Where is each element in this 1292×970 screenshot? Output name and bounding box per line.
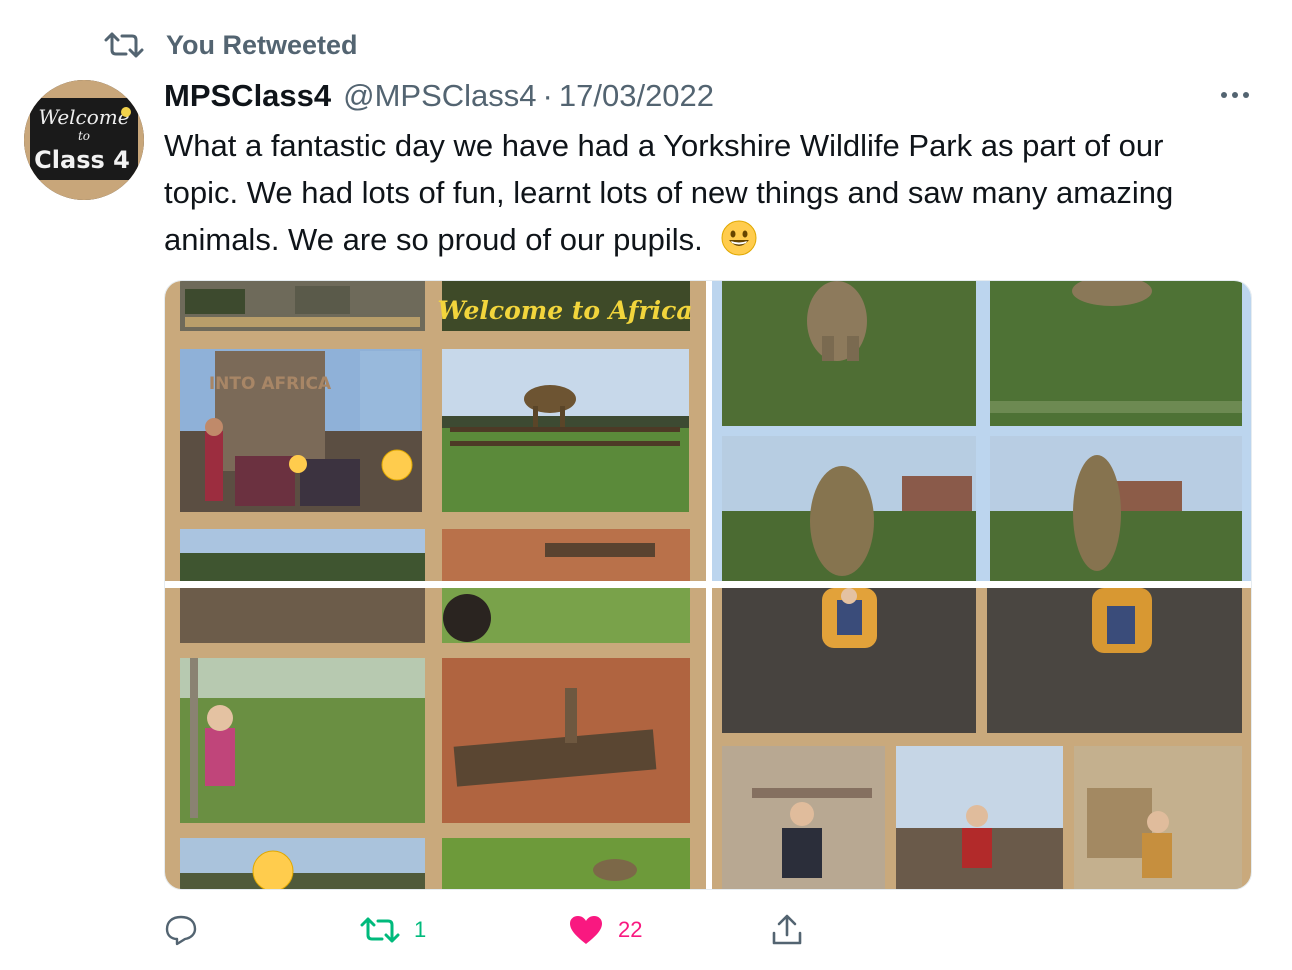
retweet-icon <box>360 917 400 943</box>
retweet-icon <box>104 32 144 58</box>
tweet-text-body: What a fantastic day we have had a Yorks… <box>164 128 1174 257</box>
more-icon <box>1221 92 1249 98</box>
welcome-to-africa-text: Welcome to Africa <box>437 296 692 325</box>
retweet-button[interactable]: 1 <box>360 908 426 952</box>
into-africa-sign: INTO AFRICA <box>209 374 332 394</box>
share-button[interactable] <box>770 908 804 952</box>
media-photo-1[interactable]: Welcome to Africa INTO AFRICA <box>165 281 706 581</box>
retweet-banner: You Retweeted <box>104 28 358 62</box>
media-photo-4[interactable] <box>712 588 1251 889</box>
tweet-text: What a fantastic day we have had a Yorks… <box>164 122 1244 263</box>
heart-icon <box>570 916 602 944</box>
display-name[interactable]: MPSClass4 <box>164 78 331 114</box>
retweet-banner-label: You Retweeted <box>166 29 358 60</box>
media-photo-2[interactable] <box>712 281 1251 581</box>
separator-dot: · <box>542 78 553 113</box>
media-grid[interactable]: Welcome to Africa INTO AFRICA <box>164 280 1252 890</box>
retweet-count: 1 <box>414 917 427 942</box>
like-count: 22 <box>618 917 643 942</box>
tweet-date[interactable]: 17/03/2022 <box>559 78 714 114</box>
reply-icon <box>165 915 197 946</box>
grinning-face-emoji <box>721 220 757 256</box>
media-photo-3[interactable] <box>165 588 706 889</box>
action-bar: 1 22 <box>164 908 864 952</box>
avatar-line3: Class 4 <box>34 146 130 174</box>
more-options-button[interactable] <box>1218 80 1252 110</box>
avatar-line2: to <box>78 129 90 143</box>
share-icon <box>772 914 802 945</box>
like-button[interactable]: 22 <box>568 908 642 952</box>
avatar-line1: Welcome <box>38 105 129 129</box>
handle[interactable]: @MPSClass4 <box>343 78 536 114</box>
avatar[interactable]: Welcome to Class 4 <box>24 80 144 200</box>
tweet-header: MPSClass4 @MPSClass4 · 17/03/2022 <box>164 76 714 116</box>
reply-button[interactable] <box>164 908 198 952</box>
